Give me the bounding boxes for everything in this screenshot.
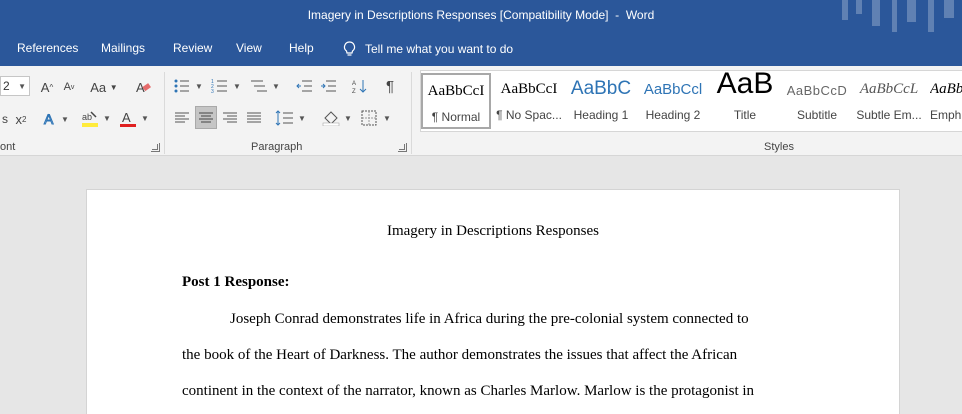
- svg-text:▼: ▼: [141, 114, 149, 123]
- style-name: Heading 2: [645, 108, 701, 122]
- align-left-icon[interactable]: [172, 107, 192, 129]
- svg-text:ab: ab: [82, 112, 92, 122]
- style-subtle-emphasis[interactable]: AaBbCcL Subtle Em...: [854, 73, 924, 129]
- text-effects-icon[interactable]: A ▼: [42, 109, 70, 129]
- tab-references[interactable]: References: [17, 41, 78, 55]
- group-separator: [411, 72, 412, 154]
- style-sample: AaBbCcI: [500, 81, 558, 97]
- bullets-icon[interactable]: ▼: [172, 76, 206, 96]
- ribbon-tabs: References Mailings Review View Help Tel…: [0, 32, 962, 66]
- justify-icon[interactable]: [244, 107, 264, 129]
- svg-text:▼: ▼: [298, 114, 306, 123]
- body-line: the book of the Heart of Darkness. The a…: [182, 347, 738, 363]
- body-line: Joseph Conrad demonstrates life in Afric…: [230, 311, 749, 327]
- ribbon: 2 ▼ A ^ Av Aa ▼ A s x2 A ▼ ab ▼ A ▼ ont ▼ 12…: [0, 66, 962, 156]
- styles-gallery: AaBbCcI ¶ Normal AaBbCcI ¶ No Spac... Aa…: [420, 67, 962, 132]
- tell-me-box[interactable]: Tell me what you want to do: [343, 39, 513, 59]
- svg-text:▼: ▼: [344, 114, 352, 123]
- show-formatting-marks-icon[interactable]: ¶: [380, 76, 400, 96]
- font-size-value: 2: [3, 79, 10, 93]
- change-case-label: Aa: [90, 79, 107, 95]
- svg-text:3: 3: [211, 89, 214, 94]
- style-no-spacing[interactable]: AaBbCcI ¶ No Spac...: [494, 73, 564, 129]
- svg-text:▼: ▼: [272, 82, 280, 91]
- sort-icon[interactable]: AZ: [350, 76, 370, 96]
- svg-text:A: A: [352, 81, 356, 87]
- paragraph-group-label: Paragraph: [251, 141, 303, 153]
- title-bar: Imagery in Descriptions Responses [Compa…: [0, 0, 962, 32]
- style-name: ¶ No Spac...: [496, 108, 562, 122]
- lightbulb-icon: [343, 41, 356, 56]
- tab-review[interactable]: Review: [173, 41, 212, 55]
- style-sample: AaBbCcL: [859, 81, 919, 97]
- superscript-icon[interactable]: x2: [12, 109, 30, 129]
- line-spacing-icon[interactable]: ▼: [274, 107, 308, 129]
- svg-text:Z: Z: [352, 89, 356, 94]
- style-normal[interactable]: AaBbCcI ¶ Normal: [421, 73, 491, 129]
- font-color-icon[interactable]: A ▼: [118, 109, 150, 129]
- style-sample: AaBbCcl: [643, 81, 703, 98]
- svg-text:▼: ▼: [383, 114, 391, 123]
- style-heading-2[interactable]: AaBbCcl Heading 2: [638, 73, 708, 129]
- styles-group-label: Styles: [764, 141, 794, 153]
- window-title: Imagery in Descriptions Responses [Compa…: [307, 8, 655, 22]
- font-group-label: ont: [0, 141, 16, 153]
- document-page[interactable]: Imagery in Descriptions Responses Post 1…: [86, 189, 900, 414]
- borders-icon[interactable]: ▼: [360, 107, 394, 129]
- change-case-button[interactable]: Aa ▼: [88, 77, 120, 97]
- group-separator: [164, 72, 165, 154]
- clear-formatting-icon[interactable]: A: [132, 77, 154, 97]
- style-subtitle[interactable]: AaBbCcD Subtitle: [782, 73, 852, 129]
- multilevel-list-icon[interactable]: ▼: [248, 76, 282, 96]
- style-sample: AaB: [716, 67, 774, 100]
- style-name: Subtitle: [796, 108, 838, 122]
- post-heading: Post 1 Response:: [182, 274, 290, 290]
- tab-help[interactable]: Help: [289, 41, 314, 55]
- svg-text:A: A: [44, 111, 54, 127]
- tab-view[interactable]: View: [236, 41, 262, 55]
- svg-text:A: A: [122, 110, 131, 125]
- svg-text:▼: ▼: [103, 114, 111, 123]
- title-bar-decoration: [842, 0, 954, 32]
- numbering-icon[interactable]: 1 2 3 ▼: [210, 76, 244, 96]
- subscript-icon[interactable]: s: [0, 109, 10, 129]
- tab-mailings[interactable]: Mailings: [101, 41, 145, 55]
- style-name: Subtle Em...: [856, 108, 922, 122]
- document-title: Imagery in Descriptions Responses: [386, 223, 600, 239]
- style-sample: AaBbC: [570, 78, 632, 99]
- highlight-icon[interactable]: ab ▼: [80, 109, 112, 129]
- svg-text:▼: ▼: [233, 82, 241, 91]
- style-sample: AaBbCcL: [930, 81, 962, 97]
- font-size-input[interactable]: 2 ▼: [0, 76, 30, 96]
- decrease-indent-icon[interactable]: [294, 76, 314, 96]
- style-name: ¶ Normal: [431, 110, 481, 124]
- chevron-down-icon: ▼: [18, 82, 26, 91]
- tell-me-text: Tell me what you want to do: [365, 42, 514, 56]
- grow-font-icon[interactable]: A ^: [38, 78, 56, 96]
- body-line: continent in the context of the narrator…: [182, 383, 755, 399]
- svg-text:▼: ▼: [195, 82, 203, 91]
- align-center-icon[interactable]: [195, 106, 217, 129]
- style-sample: AaBbCcD: [786, 83, 848, 98]
- font-dialog-launcher-icon[interactable]: [151, 143, 160, 152]
- shrink-font-icon[interactable]: Av: [60, 78, 78, 96]
- increase-indent-icon[interactable]: [318, 76, 338, 96]
- style-sample: AaBbCcI: [427, 83, 485, 99]
- style-name: Emph: [930, 108, 962, 122]
- style-emphasis[interactable]: AaBbCcL Emph: [926, 73, 962, 129]
- align-right-icon[interactable]: [220, 107, 240, 129]
- style-title[interactable]: AaB Title: [710, 67, 780, 129]
- style-name: Heading 1: [573, 108, 629, 122]
- style-heading-1[interactable]: AaBbC Heading 1: [566, 73, 636, 129]
- svg-text:▼: ▼: [61, 115, 69, 124]
- style-name: Title: [733, 108, 757, 122]
- shading-icon[interactable]: ▼: [320, 107, 354, 129]
- paragraph-dialog-launcher-icon[interactable]: [398, 143, 407, 152]
